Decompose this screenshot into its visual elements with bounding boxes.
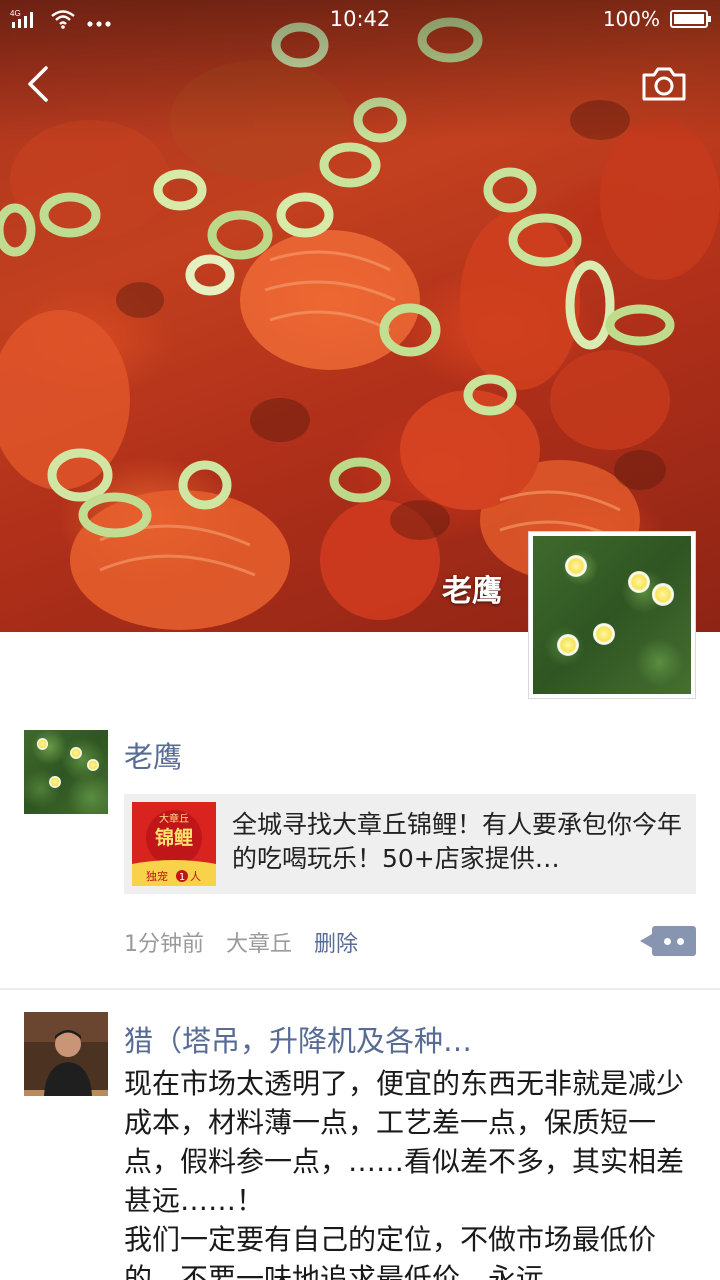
battery-percent: 100% xyxy=(602,7,660,31)
status-bar: 4G 10:42 100% xyxy=(0,0,720,40)
shared-link-thumbnail: 大章丘 锦鲤 独宠 1 人 xyxy=(132,802,216,886)
moments-screen: 4G 10:42 100% 老鹰 老鹰 大章丘 锦鲤 独宠 1 人 全城寻找大章… xyxy=(0,0,720,1280)
more-dots-icon xyxy=(664,938,671,945)
comment-like-menu-button[interactable] xyxy=(640,926,696,956)
svg-text:1: 1 xyxy=(179,872,185,883)
delete-link[interactable]: 删除 xyxy=(314,926,358,958)
profile-name: 老鹰 xyxy=(442,574,502,609)
svg-text:锦鲤: 锦鲤 xyxy=(155,826,193,849)
moment-post: 猎（塔吊，升降机及各种… 现在市场太透明了，便宜的东西无非就是减少成本，材料薄一… xyxy=(0,1012,720,1280)
post-author-avatar[interactable] xyxy=(24,1012,108,1096)
post-body: 现在市场太透明了，便宜的东西无非就是减少成本，材料薄一点，工艺差一点，保质短一点… xyxy=(124,1064,704,1280)
post-author-avatar-image xyxy=(24,1012,108,1096)
profile-avatar-image xyxy=(533,536,691,694)
back-button[interactable] xyxy=(20,62,60,106)
status-bar-right: 100% xyxy=(602,7,711,31)
post-paragraph: 现在市场太透明了，便宜的东西无非就是减少成本，材料薄一点，工艺差一点，保质短一点… xyxy=(124,1067,685,1217)
post-location[interactable]: 大章丘 xyxy=(226,926,292,958)
svg-text:大章丘: 大章丘 xyxy=(159,812,189,825)
post-divider xyxy=(0,988,720,990)
svg-text:人: 人 xyxy=(190,870,201,883)
post-author-avatar[interactable] xyxy=(24,730,108,814)
camera-icon xyxy=(642,67,686,101)
post-author-name[interactable]: 老鹰 xyxy=(124,734,182,776)
chevron-left-icon xyxy=(28,66,48,102)
svg-text:独宠: 独宠 xyxy=(146,869,168,883)
post-paragraph: 我们一定要有自己的定位，不做市场最低价的，不要一味地追求最低价，永远 xyxy=(124,1223,657,1280)
more-dots-icon xyxy=(677,938,684,945)
battery-icon xyxy=(670,10,711,28)
moment-post: 老鹰 大章丘 锦鲤 独宠 1 人 全城寻找大章丘锦鲤！有人要承包你今年的吃喝玩乐… xyxy=(0,730,720,988)
camera-button[interactable] xyxy=(640,66,688,102)
post-author-avatar-image xyxy=(24,730,108,814)
post-meta: 1分钟前 大章丘 删除 xyxy=(124,926,358,958)
post-author-name[interactable]: 猎（塔吊，升降机及各种… xyxy=(124,1018,704,1060)
post-time: 1分钟前 xyxy=(124,932,204,957)
profile-avatar[interactable] xyxy=(528,531,696,699)
shared-link-title: 全城寻找大章丘锦鲤！有人要承包你今年的吃喝玩乐！50+店家提供… xyxy=(232,810,683,873)
shared-link-card[interactable]: 大章丘 锦鲤 独宠 1 人 全城寻找大章丘锦鲤！有人要承包你今年的吃喝玩乐！50… xyxy=(124,794,696,894)
